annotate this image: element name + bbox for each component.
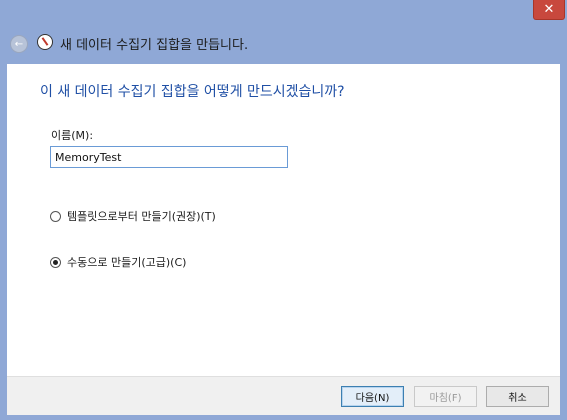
wizard-content: 이 새 데이터 수집기 집합을 어떻게 만드시겠습니까? 이름(M): 템플릿으… [7,64,560,376]
back-button[interactable]: ← [10,35,28,53]
window-title: 새 데이터 수집기 집합을 만듭니다. [60,38,249,53]
radio-manual-circle[interactable] [50,256,61,268]
next-button[interactable]: 다음(N) [341,386,404,407]
cancel-button[interactable]: 취소 [486,386,549,407]
radio-manual-label: 수동으로 만들기(고급)(C) [67,256,187,269]
name-label: 이름(M): [51,129,94,142]
radio-from-template-label: 템플릿으로부터 만들기(권장)(T) [67,210,216,223]
close-icon: ✕ [543,2,555,17]
back-arrow-icon: ← [14,38,24,50]
page-heading: 이 새 데이터 수집기 집합을 어떻게 만드시겠습니까? [40,84,345,100]
close-button[interactable]: ✕ [533,0,565,20]
wizard-header: ← 새 데이터 수집기 집합을 만듭니다. [0,24,567,64]
wizard-footer: 다음(N) 마침(F) 취소 [7,376,560,415]
radio-from-template[interactable]: 템플릿으로부터 만들기(권장)(T) [50,208,216,224]
finish-button[interactable]: 마침(F) [414,386,477,407]
radio-manual[interactable]: 수동으로 만들기(고급)(C) [50,254,186,270]
performance-monitor-icon [37,34,53,50]
radio-from-template-circle[interactable] [50,210,61,222]
name-input[interactable] [50,146,288,168]
